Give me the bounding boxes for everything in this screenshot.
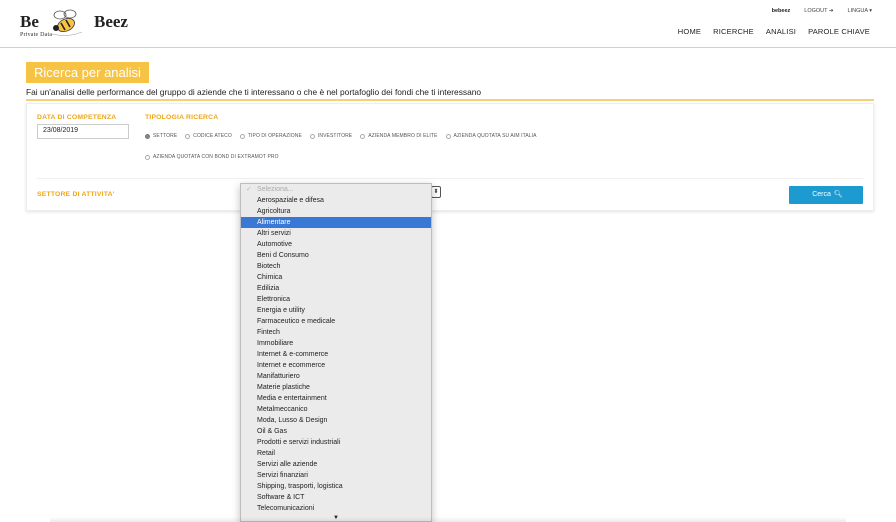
radio-label: INVESTITORE bbox=[317, 133, 353, 139]
logo-word-beez: Beez bbox=[94, 12, 128, 31]
dropdown-option[interactable]: Prodotti e servizi industriali bbox=[241, 437, 431, 448]
nav-parole-chiave[interactable]: PAROLE CHIAVE bbox=[808, 27, 870, 36]
logo-tagline: Private Data bbox=[20, 32, 53, 38]
radio-label: AZIENDA QUOTATA CON BOND DI EXTRAMOT PRO bbox=[153, 154, 279, 160]
search-form: DATA DI COMPETENZA 23/08/2019 TIPOLOGIA … bbox=[26, 103, 874, 211]
radio-quotata-aim[interactable]: AZIENDA QUOTATA SU AIM ITALIA bbox=[445, 133, 537, 139]
radio-label: SETTORE bbox=[153, 133, 178, 139]
check-icon: ✓ bbox=[246, 186, 252, 193]
dropdown-option[interactable]: Retail bbox=[241, 448, 431, 459]
nav-home[interactable]: HOME bbox=[678, 27, 701, 36]
radio-dot bbox=[239, 133, 245, 139]
dropdown-option[interactable]: Immobiliare bbox=[241, 338, 431, 349]
dropdown-option[interactable]: Beni d Consumo bbox=[241, 250, 431, 261]
dropdown-option[interactable]: Software & ICT bbox=[241, 492, 431, 503]
dropdown-option[interactable]: Telecomunicazioni bbox=[241, 503, 431, 514]
dropdown-option[interactable]: Energia e utility bbox=[241, 305, 431, 316]
radio-tipo-operazione[interactable]: TIPO DI OPERAZIONE bbox=[239, 133, 302, 139]
dropdown-option[interactable]: Shipping, trasporti, logistica bbox=[241, 481, 431, 492]
divider bbox=[37, 178, 863, 179]
bee-icon bbox=[51, 9, 83, 36]
language-menu[interactable]: LINGUA ▾ bbox=[848, 8, 872, 14]
radio-dot bbox=[360, 133, 366, 139]
radio-investitore[interactable]: INVESTITORE bbox=[309, 133, 353, 139]
sector-label: SETTORE DI ATTIVITA' bbox=[37, 191, 115, 198]
nav-ricerche[interactable]: RICERCHE bbox=[713, 27, 754, 36]
dropdown-option[interactable]: Agricoltura bbox=[241, 206, 431, 217]
dropdown-option[interactable]: Elettronica bbox=[241, 294, 431, 305]
dropdown-option[interactable]: Media e entertainment bbox=[241, 393, 431, 404]
dropdown-option[interactable]: Biotech bbox=[241, 261, 431, 272]
radio-settore[interactable]: SETTORE bbox=[145, 133, 177, 139]
radio-quotata-extramot[interactable]: AZIENDA QUOTATA CON BOND DI EXTRAMOT PRO bbox=[145, 154, 279, 160]
radio-dot bbox=[185, 133, 191, 139]
dropdown-option[interactable]: Oil & Gas bbox=[241, 426, 431, 437]
divider bbox=[26, 99, 874, 101]
dropdown-option[interactable]: Materie plastiche bbox=[241, 382, 431, 393]
dropdown-placeholder-label: Seleziona... bbox=[257, 186, 294, 193]
search-type-options: SETTORE CODICE ATECO TIPO DI OPERAZIONE … bbox=[145, 133, 537, 139]
date-field[interactable]: 23/08/2019 bbox=[37, 124, 129, 139]
dropdown-option[interactable]: Edilizia bbox=[241, 283, 431, 294]
dropdown-option[interactable]: Chimica bbox=[241, 272, 431, 283]
dropdown-option[interactable]: Servizi alle aziende bbox=[241, 459, 431, 470]
username-link[interactable]: bebeez bbox=[772, 8, 791, 14]
sector-select-toggle[interactable]: ⬍ bbox=[431, 186, 441, 198]
dropdown-option[interactable]: Manifatturiero bbox=[241, 371, 431, 382]
bebeez-logo[interactable]: Be Beez Private Data bbox=[20, 8, 130, 44]
dropdown-option[interactable]: Metalmeccanico bbox=[241, 404, 431, 415]
search-button[interactable]: Cerca 🔍︎ bbox=[789, 186, 863, 204]
page-title: Ricerca per analisi bbox=[26, 62, 149, 83]
main-nav: HOME RICERCHE ANALISI PAROLE CHIAVE bbox=[678, 27, 870, 36]
search-type-options-row2: AZIENDA QUOTATA CON BOND DI EXTRAMOT PRO bbox=[145, 154, 279, 162]
search-icon: 🔍︎ bbox=[833, 191, 843, 198]
dropdown-option[interactable]: Altri servizi bbox=[241, 228, 431, 239]
sector-dropdown-list[interactable]: ✓ Seleziona... Aerospaziale e difesa Agric… bbox=[240, 183, 432, 522]
radio-dot bbox=[145, 133, 150, 139]
radio-dot bbox=[309, 133, 315, 139]
dropdown-options: Aerospaziale e difesa Agricoltura Alimenta… bbox=[241, 195, 431, 514]
dropdown-option[interactable]: Farmaceutico e medicale bbox=[241, 316, 431, 327]
logout-link[interactable]: LOGOUT ➔ bbox=[804, 8, 833, 14]
site-header: Be Beez Private Data bebeez LOGOUT ➔ LIN… bbox=[0, 0, 896, 48]
dropdown-option[interactable]: Aerospaziale e difesa bbox=[241, 195, 431, 206]
radio-label: AZIENDA QUOTATA SU AIM ITALIA bbox=[453, 133, 537, 139]
date-label: DATA DI COMPETENZA bbox=[37, 114, 117, 121]
dropdown-option[interactable]: Automotive bbox=[241, 239, 431, 250]
search-type-label: TIPOLOGIA RICERCA bbox=[145, 114, 219, 121]
page-subtitle: Fai un'analisi delle performance del gru… bbox=[26, 87, 482, 97]
radio-dot bbox=[145, 154, 150, 160]
dropdown-option[interactable]: Moda, Lusso & Design bbox=[241, 415, 431, 426]
radio-membro-elite[interactable]: AZIENDA MEMBRO DI ELITE bbox=[360, 133, 437, 139]
account-links: bebeez LOGOUT ➔ LINGUA ▾ bbox=[772, 8, 872, 14]
radio-label: CODICE ATECO bbox=[193, 133, 232, 139]
logo-word-be: Be bbox=[20, 12, 39, 31]
radio-dot bbox=[445, 133, 451, 139]
dropdown-option[interactable]: Internet & e-commerce bbox=[241, 349, 431, 360]
radio-label: TIPO DI OPERAZIONE bbox=[247, 133, 302, 139]
footer-shadow bbox=[50, 517, 846, 522]
radio-codice-ateco[interactable]: CODICE ATECO bbox=[185, 133, 232, 139]
nav-analisi[interactable]: ANALISI bbox=[766, 27, 796, 36]
search-button-label: Cerca bbox=[812, 191, 831, 198]
dropdown-option[interactable]: Internet e ecommerce bbox=[241, 360, 431, 371]
dropdown-option[interactable]: Fintech bbox=[241, 327, 431, 338]
dropdown-placeholder: ✓ Seleziona... bbox=[241, 184, 431, 195]
dropdown-option[interactable]: Alimentare bbox=[241, 217, 431, 228]
radio-label: AZIENDA MEMBRO DI ELITE bbox=[368, 133, 438, 139]
dropdown-option[interactable]: Servizi finanziari bbox=[241, 470, 431, 481]
